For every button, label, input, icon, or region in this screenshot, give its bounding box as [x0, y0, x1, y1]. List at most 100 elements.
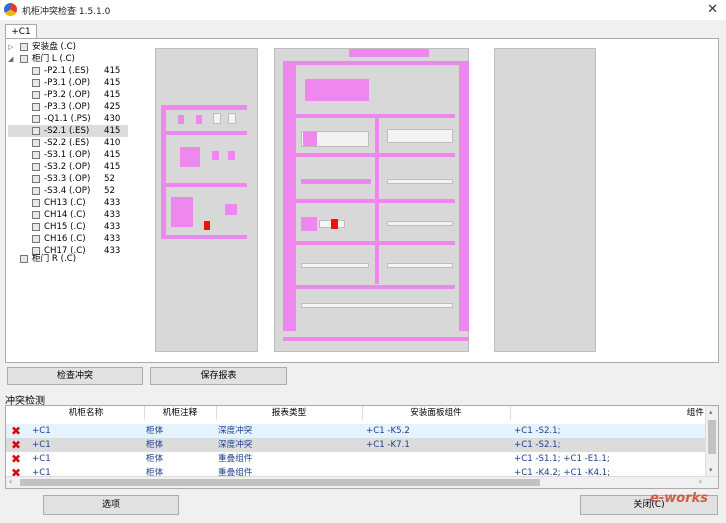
column-header[interactable]: 安装面板组件: [362, 406, 511, 420]
tree-item-value: 415: [104, 78, 121, 88]
tree-item-component[interactable]: -P3.1 (.OP) 415: [8, 77, 128, 89]
door-right-drawing: [494, 48, 596, 352]
tree-item-door-r[interactable]: 柜门 R (.C): [8, 253, 148, 265]
tree-item-label: CH15 (.C): [44, 222, 86, 232]
vertical-scrollbar[interactable]: ▴ ▾: [705, 406, 718, 478]
tree-item-label: -P3.2 (.OP): [44, 90, 91, 100]
tree-item-value: 415: [104, 162, 121, 172]
tree-item-value: 415: [104, 126, 121, 136]
cabinet-bar: [349, 49, 429, 57]
column-header[interactable]: 组件: [510, 406, 708, 420]
cabinet-element: [387, 179, 453, 184]
tree-item-label: -P2.1 (.ES): [44, 66, 90, 76]
cube-icon: [20, 255, 28, 263]
cube-icon: [32, 67, 40, 75]
tree-item-component[interactable]: CH14 (.C) 433: [8, 209, 128, 221]
scroll-left-icon[interactable]: ‹: [9, 477, 12, 486]
cabinet-element: [387, 263, 453, 268]
tree-item-value: 52: [104, 174, 115, 184]
scroll-down-icon[interactable]: ▾: [709, 466, 713, 474]
tree-item-component[interactable]: -S3.4 (.OP) 52: [8, 185, 128, 197]
cabinet-bar: [295, 241, 455, 245]
cube-icon: [32, 91, 40, 99]
collapse-icon[interactable]: ◢: [8, 53, 16, 65]
cabinet-bar: [283, 61, 296, 331]
tree-item-component[interactable]: CH13 (.C) 433: [8, 197, 128, 209]
check-conflicts-button[interactable]: 检查冲突: [7, 367, 143, 385]
cube-icon: [32, 211, 40, 219]
tree-item-component[interactable]: -P3.3 (.OP) 425: [8, 101, 128, 113]
tree-item-label: -S3.4 (.OP): [44, 186, 91, 196]
horizontal-scrollbar[interactable]: ‹ ›: [6, 476, 718, 488]
cube-icon: [32, 175, 40, 183]
tree-item-component[interactable]: -S2.1 (.ES) 415: [8, 125, 128, 137]
tree-item-component[interactable]: CH15 (.C) 433: [8, 221, 128, 233]
tree-item-value: 415: [104, 150, 121, 160]
scroll-up-icon[interactable]: ▴: [709, 408, 713, 416]
expand-icon[interactable]: ▷: [8, 41, 16, 53]
cube-icon: [32, 163, 40, 171]
tree-item-label: -S2.1 (.ES): [44, 126, 90, 136]
tree-item-label: -Q1.1 (.PS): [44, 114, 91, 124]
tree-item-component[interactable]: -P2.1 (.ES) 415: [8, 65, 128, 77]
cabinet-drawing: [274, 48, 469, 352]
table-cell: +C1 -S1.1; +C1 -E1.1;: [514, 454, 610, 464]
app-icon: [4, 3, 17, 16]
tree-item-value: 415: [104, 90, 121, 100]
cube-icon: [32, 79, 40, 87]
table-row[interactable]: ✖ +C1 柜体 深度冲突 +C1 -K7.1 +C1 -S2.1;: [6, 438, 709, 452]
scroll-right-icon[interactable]: ›: [699, 477, 702, 486]
table-cell: 柜体: [146, 440, 164, 450]
save-report-button[interactable]: 保存报表: [150, 367, 287, 385]
tree-item-value: 430: [104, 114, 121, 124]
tab-c1[interactable]: +C1: [5, 24, 37, 39]
conflict-x-icon: ✖: [10, 452, 22, 466]
cabinet-element: [301, 263, 369, 268]
cube-icon: [32, 223, 40, 231]
options-button[interactable]: 选项: [43, 495, 179, 515]
tree-item-label: -P3.1 (.OP): [44, 78, 91, 88]
tree-item-component[interactable]: -S3.2 (.OP) 415: [8, 161, 128, 173]
table-cell: +C1: [32, 440, 51, 450]
tree-item-component[interactable]: CH16 (.C) 433: [8, 233, 128, 245]
conflict-x-icon: ✖: [10, 424, 22, 438]
tree-item-label: -S3.3 (.OP): [44, 174, 91, 184]
tree-item-component[interactable]: -S3.3 (.OP) 52: [8, 173, 128, 185]
cabinet-bar: [295, 153, 455, 157]
tree-item-component[interactable]: -P3.2 (.OP) 415: [8, 89, 128, 101]
tree-item-door-l[interactable]: ◢ 柜门 L (.C): [8, 53, 148, 65]
close-window-icon[interactable]: ✕: [707, 2, 718, 17]
conflict-x-icon: ✖: [10, 438, 22, 452]
tree-item-value: 410: [104, 138, 121, 148]
column-header[interactable]: 机柜注释: [144, 406, 217, 420]
cabinet-element: [301, 303, 453, 308]
tree-item-label: 柜门 L (.C): [32, 54, 75, 64]
tree-item-mounting-panel[interactable]: ▷ 安装盘 (.C): [8, 41, 148, 53]
table-cell: 柜体: [146, 426, 164, 436]
cube-icon: [20, 43, 28, 51]
column-header[interactable]: 报表类型: [216, 406, 363, 420]
cube-icon: [32, 115, 40, 123]
column-header[interactable]: 机柜名称: [28, 406, 145, 420]
door-bar: [161, 235, 247, 239]
cube-icon: [32, 139, 40, 147]
cabinet-element: [387, 221, 453, 226]
tree-item-value: 433: [104, 198, 121, 208]
cabinet-bar: [459, 61, 469, 331]
table-cell: 重叠组件: [218, 454, 253, 464]
cube-icon: [20, 55, 28, 63]
table-row[interactable]: ✖ +C1 柜体 深度冲突 +C1 -K5.2 +C1 -S2.1;: [6, 424, 709, 438]
door-element: [213, 113, 221, 124]
scroll-thumb[interactable]: [708, 420, 716, 454]
door-element: [228, 151, 235, 160]
door-left-drawing: [155, 48, 258, 352]
title-bar: 机柜冲突检查 1.5.1.0 ✕: [0, 0, 726, 20]
table-cell: +C1 -S2.1;: [514, 426, 561, 436]
cube-icon: [32, 235, 40, 243]
tree-item-component[interactable]: -Q1.1 (.PS) 430: [8, 113, 128, 125]
tree-item-component[interactable]: -S3.1 (.OP) 415: [8, 149, 128, 161]
table-row[interactable]: ✖ +C1 柜体 重叠组件 +C1 -S1.1; +C1 -E1.1;: [6, 452, 709, 466]
tree-item-component[interactable]: -S2.2 (.ES) 410: [8, 137, 128, 149]
door-bar: [161, 183, 247, 187]
scroll-thumb[interactable]: [20, 479, 540, 486]
